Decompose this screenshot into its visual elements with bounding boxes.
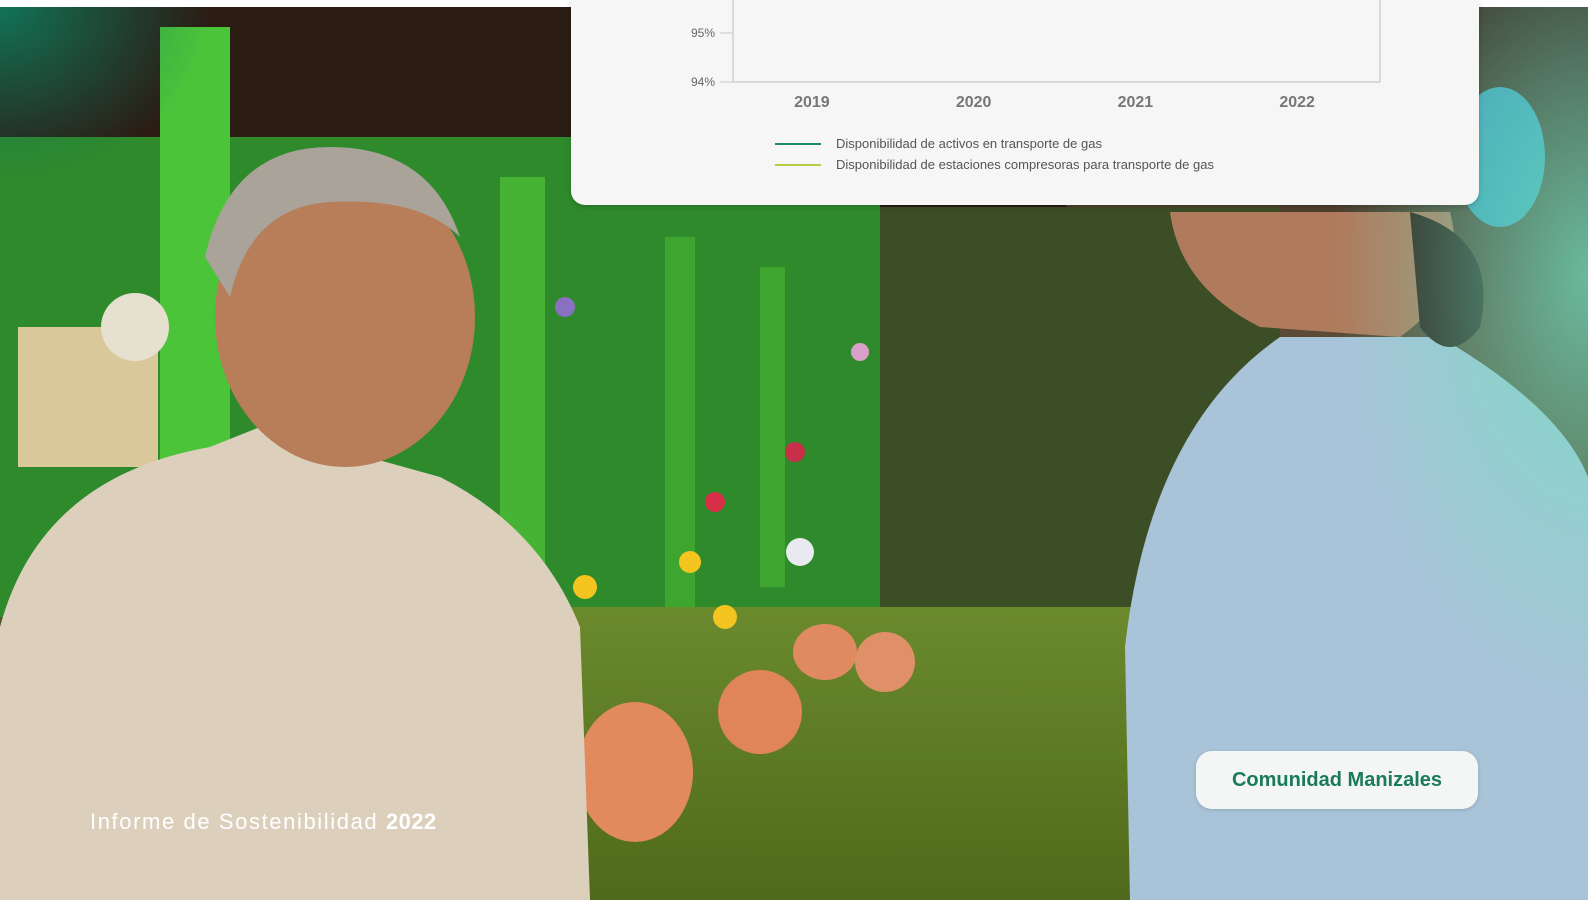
location-badge: Comunidad Manizales xyxy=(1196,751,1478,809)
chart-card: 95% 94% 2019 2020 2021 2022 Disponibilidad de… xyxy=(571,0,1479,205)
x-tick-label: 2019 xyxy=(794,94,830,111)
legend-item-activos: Disponibilidad de activos en transporte … xyxy=(775,133,1214,154)
report-title-year: 2022 xyxy=(385,809,437,834)
x-tick-label: 2020 xyxy=(956,94,992,111)
legend-swatch-activos xyxy=(775,142,821,145)
y-tick-label: 95% xyxy=(691,26,715,40)
chart-legend: Disponibilidad de activos en transporte … xyxy=(775,133,1214,175)
legend-label-activos: Disponibilidad de activos en transporte … xyxy=(836,136,1102,151)
report-title-text: Informe de Sostenibilidad xyxy=(90,809,379,834)
report-title: Informe de Sostenibilidad 2022 xyxy=(90,809,437,835)
x-tick-label: 2021 xyxy=(1118,94,1154,111)
x-tick-label: 2022 xyxy=(1279,94,1315,111)
y-tick-label: 94% xyxy=(691,75,715,89)
location-badge-label: Comunidad Manizales xyxy=(1231,768,1443,791)
legend-label-estaciones: Disponibilidad de estaciones compresoras… xyxy=(836,157,1214,172)
legend-swatch-estaciones xyxy=(775,163,821,166)
legend-item-estaciones: Disponibilidad de estaciones compresoras… xyxy=(775,154,1214,175)
